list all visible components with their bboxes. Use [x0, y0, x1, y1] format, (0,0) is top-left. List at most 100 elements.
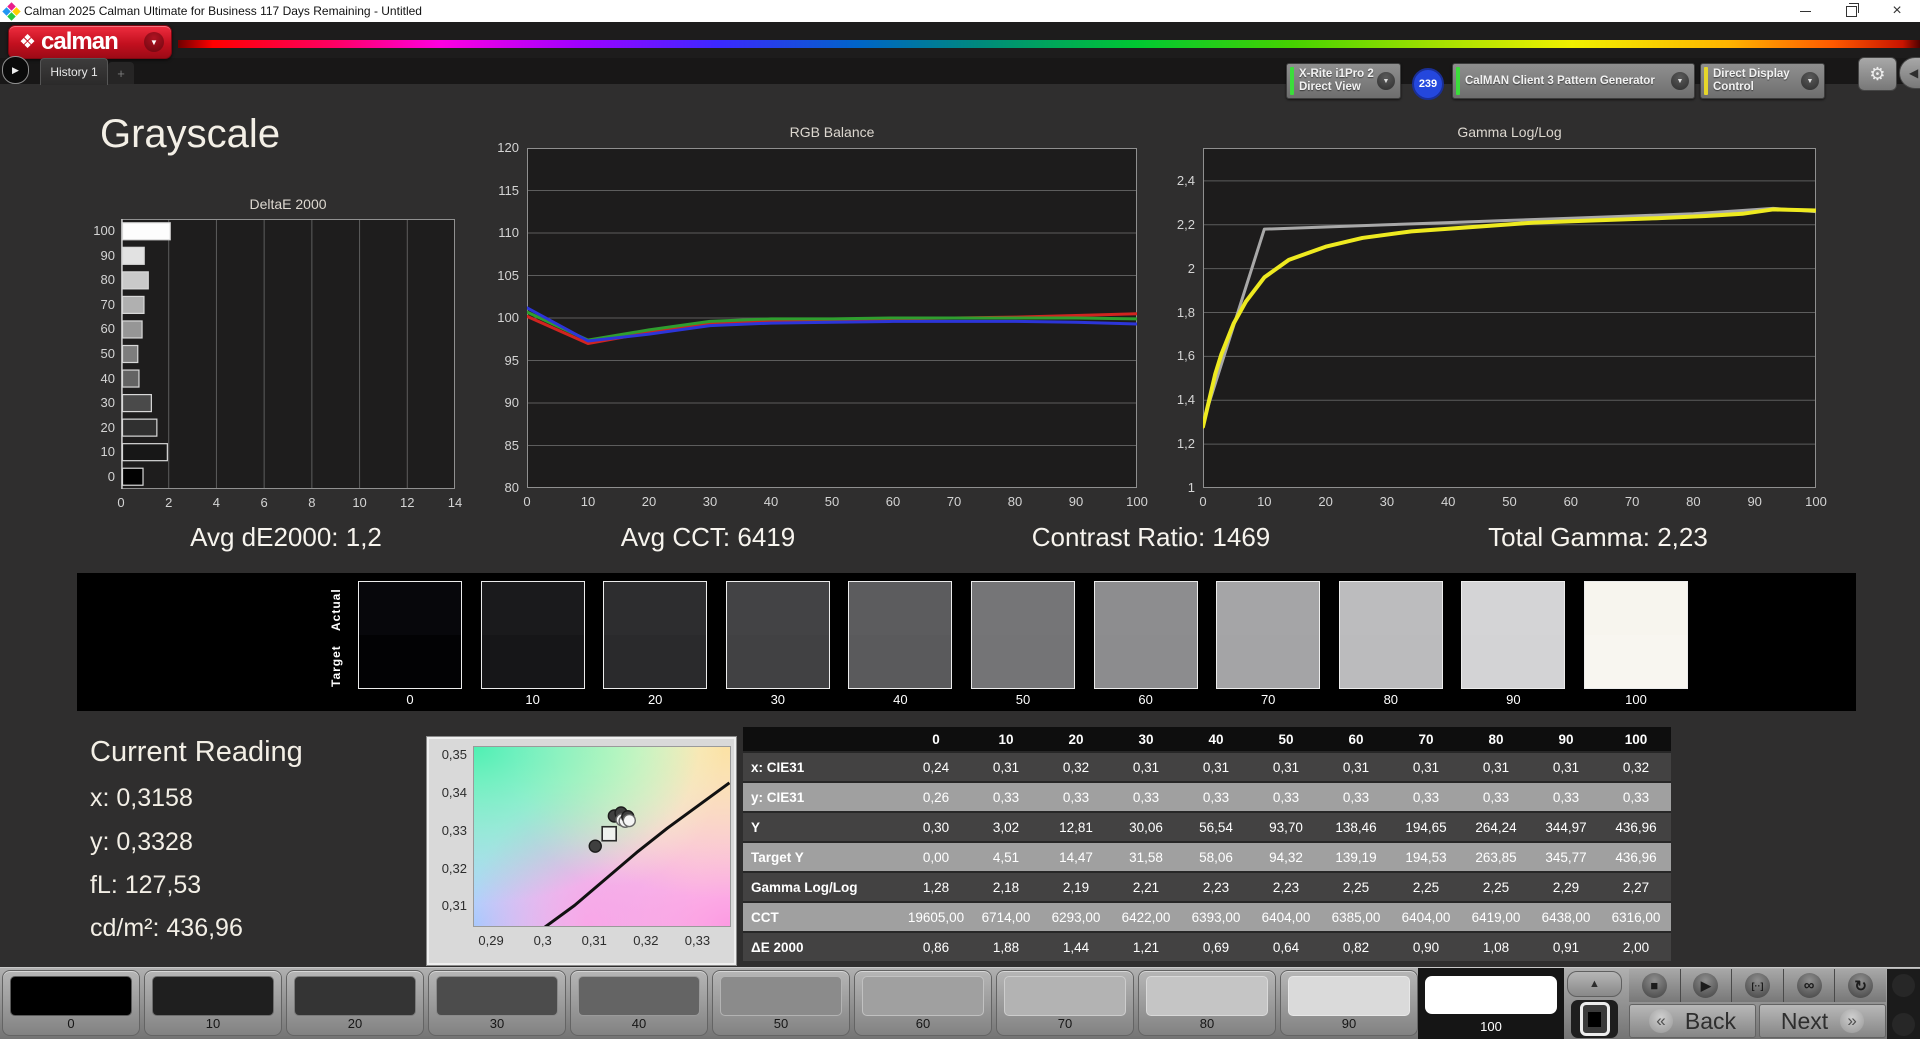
- table-row: x: CIE31 0,24 0,31 0,32 0,31 0,31 0,31 0,31 0,31…: [743, 751, 1671, 781]
- table-cell: 0,24: [922, 759, 950, 775]
- row-label: y: CIE31: [751, 789, 805, 805]
- swatch-level-label: 40: [893, 692, 908, 707]
- swatch-target: [1217, 635, 1320, 688]
- axis-tick-label: 80: [1686, 494, 1701, 509]
- axis-tick-label: 1,4: [1176, 392, 1195, 408]
- axis-tick-label: 85: [504, 437, 519, 453]
- axis-tick-label: 2,2: [1176, 216, 1195, 232]
- swatch-target: [726, 635, 829, 688]
- total-gamma-stat: Total Gamma: 2,23: [1488, 522, 1708, 552]
- patch-button-0[interactable]: 0: [2, 970, 140, 1036]
- axis-tick-label: 6: [260, 495, 268, 510]
- meter-count-badge[interactable]: 239: [1412, 68, 1444, 100]
- device-dropdown-arrow[interactable]: ▼: [1801, 72, 1819, 90]
- stop-button[interactable]: ■: [1629, 969, 1680, 1002]
- device-status-accent: [1456, 67, 1460, 95]
- history-play-button[interactable]: ▶: [2, 56, 29, 84]
- device-status-accent: [1704, 67, 1708, 95]
- back-button[interactable]: « Back: [1629, 1004, 1756, 1038]
- swatch-50: [971, 581, 1075, 689]
- patch-button-70[interactable]: 70: [996, 970, 1134, 1036]
- swatch-target: [481, 635, 584, 688]
- axis-tick-label: 90: [100, 247, 115, 263]
- axis-tick-label: 12: [400, 495, 415, 510]
- target-row-label: Target: [329, 645, 343, 687]
- pattern-generator-dropdown[interactable]: CalMAN Client 3 Pattern Generator ▼: [1452, 63, 1695, 99]
- patch-button-100[interactable]: 100: [1418, 968, 1564, 1039]
- add-tab-button[interactable]: +: [108, 62, 134, 84]
- table-column-header: 80: [1488, 731, 1504, 747]
- minimize-button[interactable]: [1782, 0, 1828, 22]
- table-cell: 0,31: [1272, 759, 1300, 775]
- table-cell: 0,30: [922, 819, 950, 835]
- axis-tick-label: 10: [580, 494, 596, 509]
- table-cell: 2,23: [1272, 879, 1300, 895]
- window-titlebar: Calman 2025 Calman Ultimate for Business…: [0, 0, 1920, 22]
- play-icon: ▶: [1693, 973, 1719, 998]
- axis-tick-label: 2: [1187, 260, 1195, 276]
- axis-tick-label: 20: [100, 419, 115, 435]
- patch-label: 60: [915, 1016, 931, 1031]
- patch-button-40[interactable]: 40: [570, 970, 708, 1036]
- back-arrow-icon: «: [1648, 1009, 1673, 1033]
- display-control-dropdown[interactable]: Direct Display Control ▼: [1700, 63, 1825, 99]
- meter-dropdown[interactable]: X-Rite i1Pro 2 Direct View ▼: [1286, 63, 1401, 99]
- pattern-window-button[interactable]: [1571, 1000, 1618, 1038]
- table-cell: 93,70: [1269, 819, 1303, 835]
- axis-tick-label: 0: [117, 495, 125, 510]
- calman-menu-button[interactable]: ❖ calman ▼: [8, 25, 172, 59]
- next-button[interactable]: Next »: [1759, 1004, 1886, 1038]
- table-cell: 6714,00: [981, 909, 1031, 925]
- table-cell: 6404,00: [1401, 909, 1451, 925]
- device-dropdown-arrow[interactable]: ▼: [1377, 72, 1395, 90]
- patch-button-90[interactable]: 90: [1280, 970, 1418, 1036]
- row-label: Y: [751, 819, 761, 835]
- patch-button-50[interactable]: 50: [712, 970, 850, 1036]
- patch-scroll-up-button[interactable]: ▲: [1567, 971, 1622, 997]
- swatch-actual: [359, 582, 461, 635]
- patch-button-10[interactable]: 10: [144, 970, 282, 1036]
- refresh-button[interactable]: ↻: [1835, 969, 1886, 1002]
- calman-menu-arrow[interactable]: ▼: [144, 32, 164, 52]
- close-button[interactable]: ×: [1874, 0, 1920, 22]
- table-cell: 0,33: [1482, 789, 1510, 805]
- patch-label: 10: [205, 1016, 221, 1031]
- patch-button-30[interactable]: 30: [428, 970, 566, 1036]
- device-dropdown-arrow[interactable]: ▼: [1671, 72, 1689, 90]
- swatch-level-label: 90: [1506, 692, 1521, 707]
- sidebar-collapse-button[interactable]: ◀: [1899, 57, 1920, 89]
- table-cell: 436,96: [1615, 849, 1657, 865]
- restore-button[interactable]: [1828, 0, 1874, 22]
- patch-swatch: [1146, 976, 1268, 1016]
- axis-tick-label: 70: [1624, 494, 1640, 509]
- close-icon: ×: [1892, 2, 1902, 19]
- axis-tick-label: 100: [1805, 494, 1827, 509]
- interval-button[interactable]: [··]: [1732, 969, 1783, 1002]
- app-logo-icon: [2, 1, 21, 21]
- swatch-level-label: 10: [525, 692, 540, 707]
- settings-button[interactable]: ⚙: [1858, 57, 1897, 91]
- avg-cct-stat: Avg CCT: 6419: [620, 522, 796, 552]
- play-button[interactable]: ▶: [1680, 969, 1732, 1002]
- table-cell: 0,31: [1412, 759, 1440, 775]
- patch-swatch: [1004, 976, 1126, 1016]
- patch-button-20[interactable]: 20: [286, 970, 424, 1036]
- current-reading-title: Current Reading: [90, 736, 303, 768]
- app-window: Calman 2025 Calman Ultimate for Business…: [0, 0, 1920, 1039]
- table-cell: 94,32: [1269, 849, 1303, 865]
- patch-label: 20: [347, 1016, 363, 1031]
- tab-history-1[interactable]: History 1: [40, 58, 108, 85]
- patch-button-80[interactable]: 80: [1138, 970, 1276, 1036]
- swatch-target: [359, 635, 461, 688]
- bottom-right-panel: [1887, 969, 1920, 1039]
- patch-swatch: [862, 976, 984, 1016]
- axis-tick-label: 0: [107, 468, 115, 484]
- table-cell: 1,28: [922, 879, 950, 895]
- axis-tick-label: 0,35: [441, 747, 467, 763]
- reading-cdm2: cd/m²: 436,96: [90, 914, 243, 942]
- loop-button[interactable]: ∞: [1783, 969, 1835, 1002]
- axis-tick-label: 30: [100, 395, 115, 411]
- table-cell: 6316,00: [1611, 909, 1661, 925]
- table-cell: 2,27: [1622, 879, 1650, 895]
- patch-button-60[interactable]: 60: [854, 970, 992, 1036]
